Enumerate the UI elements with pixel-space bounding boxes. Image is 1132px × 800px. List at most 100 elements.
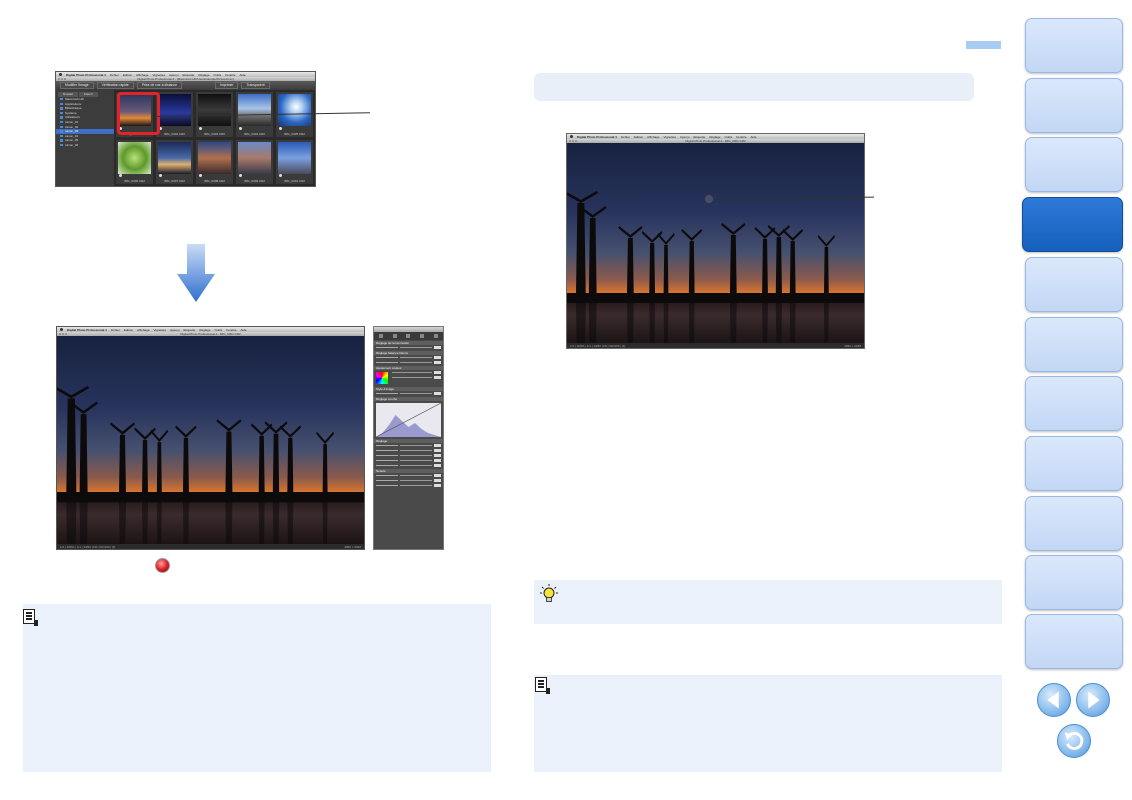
tree-item[interactable]: canon_06: [56, 143, 114, 148]
thumbnail-filename: IMG_0006.CR2: [124, 179, 145, 183]
arrow-right-icon: [1088, 691, 1100, 709]
palette-section[interactable]: Réglage courbe: [374, 397, 443, 401]
menu-item[interactable]: Aide: [240, 73, 246, 77]
menu-item[interactable]: Etiquette: [694, 135, 706, 139]
thumbnail-image: [278, 94, 311, 126]
nav-tab-6[interactable]: [1025, 317, 1123, 372]
thumbnail[interactable]: IMG_0010.CR2: [276, 139, 313, 184]
nav-tab-5[interactable]: [1025, 257, 1123, 312]
menu-item[interactable]: Affichage: [136, 73, 148, 77]
baobab-silhouettes: [57, 385, 364, 544]
prev-page-button[interactable]: [1037, 683, 1071, 717]
check-mark-icon[interactable]: [239, 126, 242, 130]
menu-item[interactable]: Réglage: [198, 73, 209, 77]
menu-item[interactable]: Outils: [214, 73, 222, 77]
close-dot-icon[interactable]: [59, 333, 61, 335]
thumbnail-image: [238, 141, 271, 174]
menu-item[interactable]: Aide: [751, 135, 757, 139]
menu-item[interactable]: Aperçu: [680, 135, 690, 139]
down-arrow-icon: [177, 244, 215, 302]
menu-item[interactable]: Edition: [124, 328, 133, 332]
thumbnail[interactable]: IMG_0002.CR2: [156, 92, 193, 137]
menu-item[interactable]: Affichage: [647, 135, 659, 139]
zoom-dot-icon[interactable]: [575, 140, 577, 142]
next-page-button[interactable]: [1076, 683, 1110, 717]
arrow-left-icon: [1047, 691, 1059, 709]
menu-item[interactable]: Edition: [634, 135, 643, 139]
menu-item[interactable]: Vignettes: [153, 73, 165, 77]
nav-tab-4-active[interactable]: [1022, 197, 1123, 252]
menu-item[interactable]: Aperçu: [170, 328, 180, 332]
nav-tab-1[interactable]: [1025, 18, 1123, 73]
return-page-button[interactable]: [1057, 724, 1091, 758]
thumbnail[interactable]: IMG_0009.CR2: [236, 139, 273, 184]
transfer-button[interactable]: Transparent: [241, 82, 270, 89]
thumbnail-image: [158, 141, 191, 174]
close-dot-icon[interactable]: [58, 78, 60, 80]
nav-tab-2[interactable]: [1025, 78, 1123, 133]
minimize-dot-icon[interactable]: [62, 333, 64, 335]
check-mark-icon[interactable]: [159, 174, 162, 177]
color-wheel[interactable]: [376, 372, 388, 384]
status-bar: 1/1 | 100% | 1/1 | 1/250 | F8 | ISO100 |…: [57, 544, 364, 549]
tree-reflection-path: [66, 498, 328, 544]
check-mark-icon[interactable]: [239, 174, 242, 177]
tab-tone-icon[interactable]: [392, 334, 397, 338]
nav-tab-10[interactable]: [1025, 555, 1123, 610]
check-mark-icon[interactable]: [199, 126, 202, 130]
menu-item[interactable]: Etiquette: [184, 328, 196, 332]
tab-basic-icon[interactable]: [378, 334, 383, 338]
tone-curve-histogram[interactable]: [376, 403, 441, 437]
menu-item[interactable]: Fenêtre: [225, 73, 235, 77]
menu-item[interactable]: Vignettes: [664, 135, 676, 139]
menu-item[interactable]: Affichage: [137, 328, 149, 332]
nav-tab-3[interactable]: [1025, 137, 1123, 192]
thumbnail-image: [238, 94, 271, 126]
thumbnail-filename: IMG_0009.CR2: [244, 179, 265, 183]
tree-silhouette-path: [567, 191, 864, 303]
nav-tab-8[interactable]: [1025, 436, 1123, 491]
menu-item[interactable]: Outils: [215, 328, 223, 332]
menu-item[interactable]: Fenêtre: [226, 328, 236, 332]
menu-app-name: Digital Photo Professional 4: [67, 327, 107, 332]
tab-detail-icon[interactable]: [420, 334, 425, 338]
check-mark-icon[interactable]: [119, 174, 122, 177]
nav-tab-7[interactable]: [1025, 376, 1123, 431]
note-box-right: [534, 675, 1002, 772]
check-mark-icon[interactable]: [279, 174, 282, 177]
minimize-dot-icon[interactable]: [61, 78, 63, 80]
menu-item[interactable]: Réglage: [199, 328, 210, 332]
nav-tab-9[interactable]: [1025, 496, 1123, 551]
menu-item[interactable]: Fichier: [111, 328, 120, 332]
thumbnail[interactable]: IMG_0007.CR2: [156, 139, 193, 184]
main-toolbar: Modifier l'image Vérification rapide Pri…: [56, 81, 315, 90]
thumbnail-image: [278, 141, 311, 174]
zoom-dot-icon[interactable]: [65, 333, 67, 335]
menu-item[interactable]: Edition: [123, 73, 132, 77]
tab-lens-icon[interactable]: [434, 334, 439, 338]
menu-item[interactable]: Réglage: [709, 135, 720, 139]
nav-tab-11[interactable]: [1025, 614, 1123, 669]
quick-check-button[interactable]: Vérification rapide: [96, 82, 134, 89]
edit-image-button[interactable]: Modifier l'image: [60, 82, 94, 89]
menu-item[interactable]: Etiquette: [183, 73, 195, 77]
menu-item[interactable]: Fenêtre: [736, 135, 746, 139]
close-dot-icon[interactable]: [569, 140, 571, 142]
menu-item[interactable]: Fichier: [621, 135, 630, 139]
minimize-dot-icon[interactable]: [572, 140, 574, 142]
lightbulb-icon: [540, 584, 558, 602]
print-button[interactable]: Imprimer: [215, 82, 239, 89]
zoom-dot-icon[interactable]: [64, 78, 66, 80]
menu-item[interactable]: Aide: [241, 328, 247, 332]
menu-item[interactable]: Fichier: [110, 73, 119, 77]
tab-color-icon[interactable]: [406, 334, 411, 338]
menu-item[interactable]: Aperçu: [169, 73, 179, 77]
menu-item[interactable]: Vignettes: [154, 328, 166, 332]
thumbnail[interactable]: IMG_0008.CR2: [196, 139, 233, 184]
check-mark-icon[interactable]: [199, 174, 202, 177]
check-mark-icon[interactable]: [279, 126, 282, 130]
menu-item[interactable]: Outils: [725, 135, 733, 139]
thumbnail[interactable]: IMG_0006.CR2: [116, 139, 153, 184]
folder-icon: [60, 102, 63, 106]
remote-shooting-button[interactable]: Prise de vue à distance: [136, 82, 183, 89]
